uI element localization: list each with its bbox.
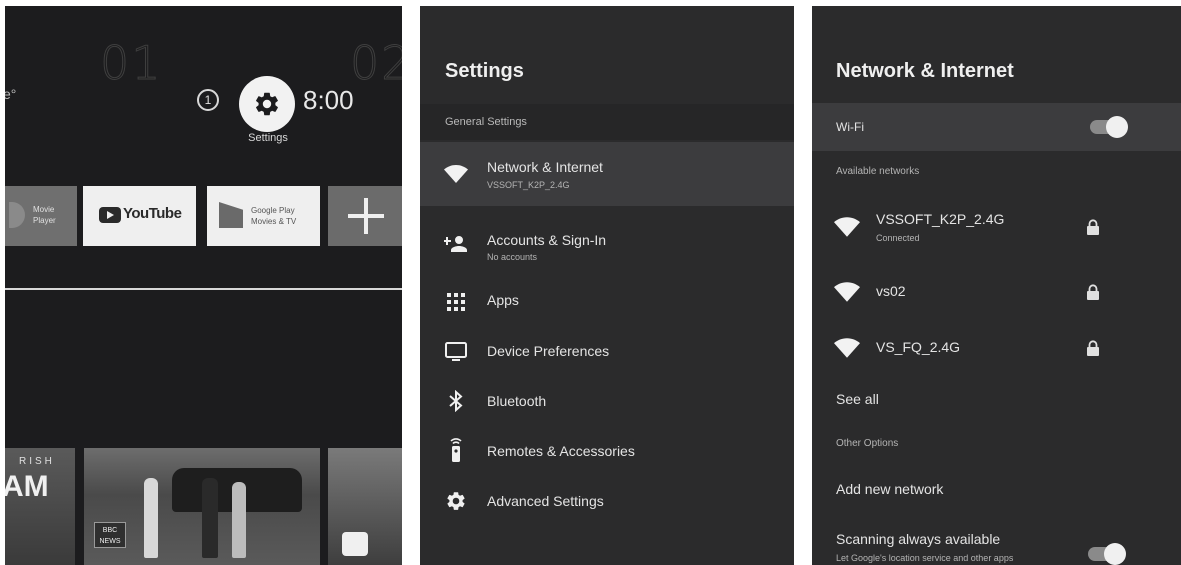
other-options-label: Other Options — [836, 438, 899, 449]
network-name: vs02 — [876, 283, 906, 299]
settings-item-device-preferences[interactable]: Device Preferences — [420, 326, 794, 376]
settings-item-bluetooth[interactable]: Bluetooth — [420, 376, 794, 426]
wifi-icon — [834, 338, 860, 358]
gear-icon — [444, 489, 468, 513]
settings-item-label: Bluetooth — [487, 393, 547, 409]
network-title: Network & Internet — [836, 60, 1014, 82]
bbc-news-badge: BBC NEWS — [94, 522, 126, 548]
content-thumbnail-news[interactable]: BBC NEWS — [84, 448, 320, 565]
network-name: VS_FQ_2.4G — [876, 339, 961, 355]
app-tile-google-play-movies[interactable]: Google Play Movies & TV — [207, 186, 320, 246]
network-name: VSSOFT_K2P_2.4G — [876, 211, 1005, 227]
scanning-label: Scanning always available — [836, 531, 1001, 547]
add-app-button[interactable] — [328, 186, 402, 246]
figure-shape — [202, 478, 218, 558]
settings-item-label: Remotes & Accessories — [487, 443, 635, 459]
badge-line1: BBC — [102, 527, 118, 534]
settings-panel: Settings General Settings Network & Inte… — [420, 6, 794, 565]
apps-grid-icon — [444, 290, 468, 314]
home-screen-panel: 01 02 e° 1 8:00 Settings Movie Player Yo… — [5, 6, 402, 565]
settings-item-accounts[interactable]: Accounts & Sign-In No accounts — [420, 206, 794, 270]
clock-digits-left: 01 — [100, 36, 163, 91]
app-tile-line1: Movie — [33, 205, 55, 214]
settings-item-advanced[interactable]: Advanced Settings — [420, 476, 794, 526]
app-tile-line2: Player — [33, 216, 56, 225]
network-list-item[interactable]: VSSOFT_K2P_2.4G Connected — [812, 201, 1181, 257]
add-new-network-item[interactable]: Add new network — [836, 481, 943, 497]
badge-line2: NEWS — [99, 538, 121, 545]
app-tile-line1: Google Play — [251, 206, 295, 215]
network-list-item[interactable]: VS_FQ_2.4G — [812, 324, 1181, 370]
available-networks-label: Available networks — [836, 166, 920, 177]
general-settings-label: General Settings — [445, 116, 527, 128]
clock-digits-right: 02 — [350, 36, 402, 91]
wifi-icon — [834, 282, 860, 302]
figure-shape — [232, 482, 246, 558]
settings-item-sublabel: VSSOFT_K2P_2.4G — [487, 180, 570, 190]
settings-item-remotes[interactable]: Remotes & Accessories — [420, 426, 794, 476]
settings-item-label: Network & Internet — [487, 159, 603, 175]
settings-item-sublabel: No accounts — [487, 252, 538, 262]
thumbnail-title: AM — [5, 470, 49, 503]
settings-caption: Settings — [248, 132, 288, 144]
network-internet-panel: Network & Internet Wi-Fi Available netwo… — [812, 6, 1181, 565]
figure-shape — [144, 478, 158, 558]
scanning-toggle-switch[interactable] — [1088, 543, 1126, 565]
bluetooth-icon — [444, 389, 468, 413]
youtube-play-icon — [99, 207, 121, 223]
gear-icon — [256, 92, 278, 116]
content-thumbnail-1[interactable]: RISH AM — [5, 448, 75, 565]
settings-button[interactable] — [239, 76, 295, 132]
network-list-item[interactable]: vs02 — [812, 268, 1181, 314]
wifi-label: Wi-Fi — [836, 120, 864, 134]
youtube-wordmark: YouTube — [123, 205, 182, 222]
wifi-icon — [444, 162, 468, 186]
settings-title: Settings — [445, 60, 524, 82]
app-tile-line2: Movies & TV — [251, 217, 297, 226]
music-app-logo — [342, 532, 368, 556]
app-tile-youtube[interactable]: YouTube — [83, 186, 196, 246]
wifi-toggle-row[interactable]: Wi-Fi — [812, 103, 1181, 151]
settings-item-label: Device Preferences — [487, 343, 610, 359]
add-person-icon — [444, 232, 468, 256]
lock-icon — [1087, 219, 1099, 235]
settings-item-network[interactable]: Network & Internet VSSOFT_K2P_2.4G — [420, 142, 794, 206]
network-status: Connected — [876, 233, 920, 243]
play-movies-icon — [219, 202, 243, 228]
scanning-sublabel: Let Google's location service and other … — [836, 553, 1014, 563]
app-tile-movie-player[interactable]: Movie Player — [5, 186, 77, 246]
settings-item-label: Advanced Settings — [487, 493, 604, 509]
lock-icon — [1087, 284, 1099, 300]
settings-item-apps[interactable]: Apps — [420, 270, 794, 326]
lock-icon — [1087, 340, 1099, 356]
wifi-toggle-switch[interactable] — [1090, 116, 1128, 138]
see-all-link[interactable]: See all — [836, 391, 879, 407]
movie-player-icon — [9, 202, 25, 228]
wifi-icon — [834, 217, 860, 237]
clock-time: 8:00 — [303, 85, 354, 115]
thumbnail-text: RISH — [19, 456, 55, 467]
notification-badge[interactable]: 1 — [197, 89, 219, 111]
settings-item-label: Accounts & Sign-In — [487, 232, 607, 248]
scanning-toggle-row[interactable]: Scanning always available Let Google's l… — [812, 521, 1181, 565]
settings-item-label: Apps — [487, 292, 519, 308]
row-divider — [5, 288, 402, 290]
weather-fragment: e° — [5, 86, 17, 102]
content-thumbnail-3[interactable] — [328, 448, 402, 565]
remote-icon — [444, 437, 468, 462]
tv-icon — [444, 340, 468, 364]
